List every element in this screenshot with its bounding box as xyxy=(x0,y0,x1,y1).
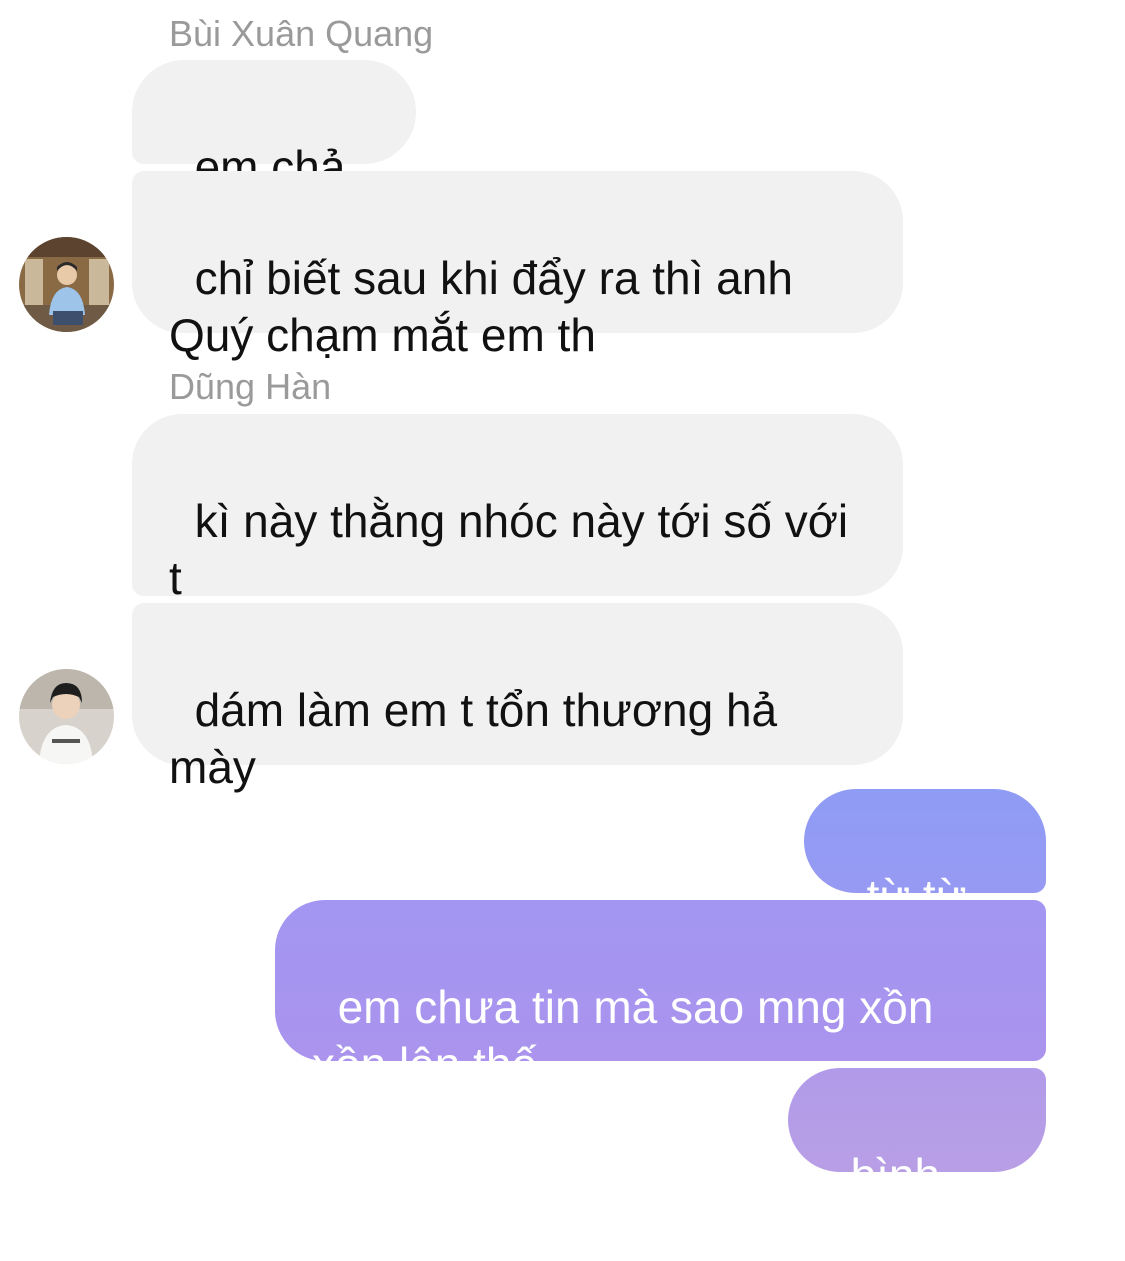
message-text: chỉ biết sau khi đẩy ra thì anh Quý chạm… xyxy=(169,252,793,361)
message-bubble-incoming[interactable]: chỉ biết sau khi đẩy ra thì anh Quý chạm… xyxy=(132,171,903,361)
avatar-dung-han[interactable] xyxy=(19,669,114,764)
message-bubble-incoming[interactable]: dám làm em t tổn thương hả mày xyxy=(132,603,903,793)
message-bubble-outgoing[interactable]: bình tĩnh xyxy=(788,1068,1046,1258)
message-bubble-incoming[interactable]: kì này thằng nhóc này tới số với t xyxy=(132,414,903,720)
message-text: kì này thằng nhóc này tới số với t xyxy=(169,495,861,604)
message-bubble-outgoing[interactable]: từ từ đã xyxy=(804,789,1046,979)
sender-name-dung-han: Dũng Hàn xyxy=(169,366,332,407)
profile-photo xyxy=(19,237,114,332)
message-bubble-outgoing[interactable]: em chưa tin mà sao mng xồn xồn lên thế xyxy=(275,900,1046,1090)
profile-photo xyxy=(19,669,114,764)
message-bubble-incoming[interactable]: em chả rõ xyxy=(132,60,416,250)
sender-name-bui-xuan-quang: Bùi Xuân Quang xyxy=(169,13,434,54)
avatar-bui-xuan-quang[interactable] xyxy=(19,237,114,332)
message-text: dám làm em t tổn thương hả mày xyxy=(169,684,778,793)
